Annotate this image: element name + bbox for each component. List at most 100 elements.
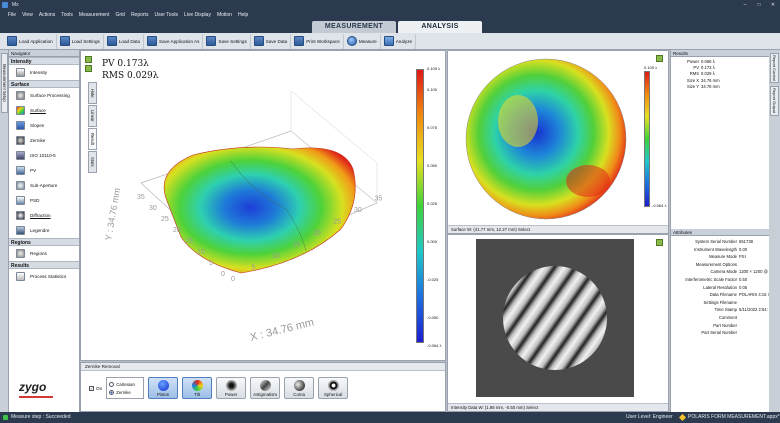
spherical-button[interactable]: Spherical xyxy=(318,377,349,399)
attribute-row[interactable]: Part Number xyxy=(671,322,770,330)
attribute-row[interactable]: Comment xyxy=(671,314,770,322)
pv-value: PV 0.173λ xyxy=(102,59,149,69)
nav-item-surface[interactable]: Surface xyxy=(9,103,79,118)
nav-item-diffraction[interactable]: Diffraction xyxy=(9,208,79,223)
attribute-value xyxy=(737,323,739,328)
analyze-button[interactable]: Analyze xyxy=(381,33,417,49)
attribute-row[interactable]: Camera Mode 1200 × 1200 @ xyxy=(671,268,770,276)
tool-icon-a[interactable] xyxy=(85,56,92,63)
tool-icon-b[interactable] xyxy=(85,65,92,72)
load-data-button[interactable]: Load Data xyxy=(104,33,145,49)
nav-item-process-statistics[interactable]: Process Statistics xyxy=(9,269,79,284)
menu-actions[interactable]: Actions xyxy=(39,12,55,18)
intensity-tool-icon[interactable] xyxy=(656,239,663,246)
y-tick-label: 5 xyxy=(209,260,213,267)
save-data-button[interactable]: Save Data xyxy=(251,33,292,49)
nav-item-legendre[interactable]: Legendre xyxy=(9,223,79,238)
nav-item-psd[interactable]: PSD xyxy=(9,193,79,208)
attribute-row[interactable]: Settings Filename xyxy=(671,299,770,307)
menu-help[interactable]: Help xyxy=(238,12,248,18)
radio-icon-selected[interactable] xyxy=(109,389,115,395)
attribute-key: Measure Mode xyxy=(709,254,737,260)
surface-3d-plot[interactable]: Y : 34.76 mm X : 34.76 mm 0 5 10 15 20 25 30 35… xyxy=(81,51,447,362)
astigmatism-button[interactable]: Astigmatism xyxy=(250,377,281,399)
nav-item-label: Diffraction xyxy=(30,213,51,218)
surface-tool-icon[interactable] xyxy=(656,55,663,62)
nav-section-surface[interactable]: Surface xyxy=(9,80,79,88)
coma-button[interactable]: Coma xyxy=(284,377,315,399)
tab-analysis[interactable]: ANALYSIS xyxy=(398,21,482,33)
attribute-value: 5/11/2022 2:54: xyxy=(739,307,768,313)
measure-button[interactable]: Measure xyxy=(344,33,381,49)
save-settings-button[interactable]: Save Settings xyxy=(203,33,251,49)
menu-reports[interactable]: Reports xyxy=(131,12,149,18)
power-button[interactable]: Power xyxy=(216,377,247,399)
cartesian-radio[interactable]: Cartesian xyxy=(109,380,141,388)
menu-tools[interactable]: Tools xyxy=(61,12,73,18)
attribute-row[interactable]: Measure Mode PSI xyxy=(671,253,770,261)
nav-section-results[interactable]: Results xyxy=(9,261,79,269)
menu-grid[interactable]: Grid xyxy=(115,12,124,18)
close-button[interactable]: ✕ xyxy=(766,0,780,10)
nav-item-sub-aperture[interactable]: Sub-Aperture xyxy=(9,178,79,193)
save-application-as-button[interactable]: Save Application As xyxy=(144,33,204,49)
minimize-button[interactable]: – xyxy=(738,0,752,10)
attributes-table: System Serial Number 651738 Instrument Wav… xyxy=(671,236,770,337)
piston-button[interactable]: Piston xyxy=(148,377,179,399)
menu-live-display[interactable]: Live Display xyxy=(184,12,211,18)
result-key: Size Y xyxy=(686,83,699,89)
nav-item-iso-10110-5[interactable]: ISO 10110-5 xyxy=(9,148,79,163)
radio-icon[interactable] xyxy=(109,381,115,387)
maximize-button[interactable]: □ xyxy=(752,0,766,10)
tilt-button[interactable]: Tilt xyxy=(182,377,213,399)
attribute-row[interactable]: Data Filename POLARIS 4:15 7( xyxy=(671,291,770,299)
print-workspace-button[interactable]: Print Workspace xyxy=(291,33,344,49)
nav-section-intensity[interactable]: Intensity xyxy=(9,57,79,65)
attribute-row[interactable]: Lateral Resolution 0.05 xyxy=(671,284,770,292)
colorbar-tick: -0.050 xyxy=(427,315,439,320)
menu-user-tools[interactable]: User Tools xyxy=(154,12,178,18)
menu-file[interactable]: File xyxy=(8,12,16,18)
attribute-row[interactable]: Interferometric Scale Factor 0.50 xyxy=(671,276,770,284)
nav-item-slopes[interactable]: Slopes xyxy=(9,118,79,133)
attribute-row[interactable]: System Serial Number 651738 xyxy=(671,238,770,246)
app-file-icon xyxy=(678,413,687,422)
load-application-button[interactable]: Load Application xyxy=(4,33,57,49)
menu-view[interactable]: View xyxy=(22,12,33,18)
nav-item-regions[interactable]: Regions xyxy=(9,246,79,261)
vtab-hide[interactable]: Hide xyxy=(88,82,97,104)
report-control-tab[interactable]: Report Control xyxy=(770,53,779,83)
zernike-on-toggle[interactable]: ✓ On xyxy=(89,385,102,391)
intensity-panel[interactable]: Intensity Data W: (1.86 mm, -0.50 mm) Se… xyxy=(447,234,669,412)
measure-icon xyxy=(346,36,357,46)
menu-measurement[interactable]: Measurement xyxy=(79,12,110,18)
load-settings-button[interactable]: Load Settings xyxy=(57,33,104,49)
vtab-result[interactable]: Result xyxy=(88,128,97,150)
attribute-row[interactable]: Measurement Options xyxy=(671,261,770,269)
piston-icon xyxy=(157,379,169,391)
vtab-stats[interactable]: Stats xyxy=(88,151,97,173)
tab-measurement[interactable]: MEASUREMENT xyxy=(312,21,396,33)
on-checkbox-icon[interactable]: ✓ xyxy=(89,385,94,391)
zernike-radio[interactable]: Zernike xyxy=(109,388,141,396)
result-value: 0.173 xyxy=(701,65,712,71)
y-tick-label: 25 xyxy=(161,216,169,223)
measurement-setup-tab[interactable]: Measurement Setup xyxy=(1,53,8,113)
nav-item-pv[interactable]: PV xyxy=(9,163,79,178)
surface-2d-map[interactable] xyxy=(448,51,670,227)
surface-2d-panel[interactable]: 0.109 λ -0.064 λ Surface W: (41.77 mm, 1… xyxy=(447,50,669,234)
attribute-row[interactable]: Instrument Wavelength 0.00 xyxy=(671,246,770,254)
attribute-row[interactable]: Time Stamp 5/11/2022 2:54: xyxy=(671,306,770,314)
menu-motion[interactable]: Motion xyxy=(217,12,232,18)
surface-3d-panel[interactable]: Y : 34.76 mm X : 34.76 mm 0 5 10 15 20 25 30 35… xyxy=(80,50,446,361)
vtab-linear[interactable]: Linear xyxy=(88,105,97,127)
nav-item-intensity[interactable]: Intensity xyxy=(9,65,79,80)
intensity-image[interactable] xyxy=(476,239,634,397)
report-output-tab[interactable]: Report Output xyxy=(770,86,779,116)
colorbar-tick: 0.025 xyxy=(427,201,438,206)
nav-item-zernike[interactable]: Zernike xyxy=(9,133,79,148)
nav-section-regions[interactable]: Regions xyxy=(9,238,79,246)
attribute-key: Data Filename xyxy=(709,292,737,298)
nav-item-surface-processing[interactable]: Surface Processing xyxy=(9,88,79,103)
attribute-row[interactable]: Part Serial Number xyxy=(671,329,770,337)
